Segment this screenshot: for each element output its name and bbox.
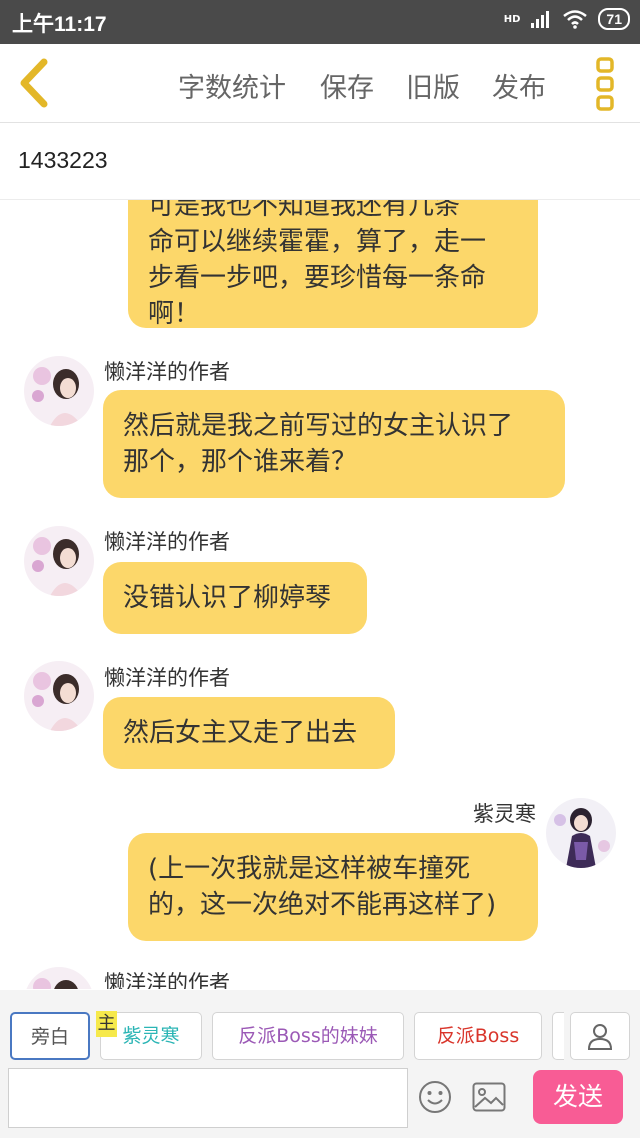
- top-toolbar: 字数统计 保存 旧版 发布: [0, 44, 640, 123]
- narration-chip[interactable]: 旁白: [10, 1012, 90, 1060]
- word-count-button[interactable]: 字数统计: [178, 66, 286, 105]
- image-icon: [472, 1082, 506, 1112]
- message-line: (上一次我就是这样被车撞死: [148, 854, 471, 884]
- more-vertical-icon: [596, 57, 614, 111]
- add-role-button[interactable]: [570, 1012, 630, 1060]
- message-line: 没错认识了柳婷琴: [123, 583, 332, 613]
- avatar[interactable]: [24, 356, 94, 426]
- message-line: 步看一步吧，要珍惜每一条命: [148, 263, 487, 293]
- character-avatar-icon: [546, 798, 616, 868]
- message-line: 的，这一次绝对不能再这样了): [148, 890, 497, 920]
- emoji-button[interactable]: [418, 1080, 452, 1118]
- role-chip-boss[interactable]: 反派Boss: [414, 1012, 542, 1060]
- sender-name: 紫灵寒: [473, 802, 536, 826]
- message-input[interactable]: [8, 1068, 408, 1128]
- chevron-left-icon: [20, 58, 48, 108]
- send-button[interactable]: 发送: [533, 1070, 623, 1124]
- message-line: 命可以继续霍霍，算了，走一: [148, 227, 487, 257]
- avatar[interactable]: [24, 967, 94, 989]
- save-button[interactable]: 保存: [320, 66, 374, 105]
- sender-name: 懒洋洋的作者: [104, 666, 230, 690]
- story-title-row[interactable]: 1433223: [0, 123, 640, 200]
- composer-panel: 旁白 紫灵寒 主 反派Boss的妹妹 反派Boss 发送: [0, 990, 640, 1138]
- sender-name: 懒洋洋的作者: [104, 971, 230, 989]
- back-button[interactable]: [14, 58, 58, 108]
- message-line: 然后女主又走了出去: [123, 718, 358, 748]
- sender-name: 懒洋洋的作者: [104, 530, 230, 554]
- wifi-icon: [563, 10, 588, 29]
- user-icon: [587, 1024, 613, 1050]
- message-line: 啊！: [148, 299, 201, 329]
- chat-area[interactable]: 可是我也不知道我还有几条 命可以继续霍霍，算了，走一 步看一步吧，要珍惜每一条命…: [0, 200, 640, 989]
- role-chip-overflow[interactable]: [552, 1012, 564, 1060]
- author-avatar-icon: [24, 967, 94, 989]
- signal-icon: [531, 11, 550, 28]
- message-bubble[interactable]: 可是我也不知道我还有几条 命可以继续霍霍，算了，走一 步看一步吧，要珍惜每一条命…: [128, 200, 538, 329]
- story-title: 1433223: [18, 147, 108, 173]
- message-line: 可是我也不知道我还有几条: [148, 200, 461, 221]
- avatar[interactable]: [546, 798, 616, 868]
- message-bubble[interactable]: (上一次我就是这样被车撞死 的，这一次绝对不能再这样了): [128, 833, 538, 941]
- role-chip-boss-sister[interactable]: 反派Boss的妹妹: [212, 1012, 404, 1060]
- emoji-icon: [419, 1081, 451, 1113]
- avatar[interactable]: [24, 526, 94, 596]
- status-bar: 上午11:17 HD 71: [0, 0, 640, 44]
- more-button[interactable]: [590, 56, 620, 112]
- network-type: HD: [503, 13, 521, 25]
- status-icons: HD 71: [504, 8, 630, 30]
- author-avatar-icon: [24, 526, 94, 596]
- image-button[interactable]: [472, 1082, 506, 1116]
- message-line: 那个，那个谁来着？: [123, 447, 358, 477]
- author-avatar-icon: [24, 356, 94, 426]
- sender-name: 懒洋洋的作者: [104, 360, 230, 384]
- message-line: 然后就是我之前写过的女主认识了: [123, 411, 514, 441]
- old-version-button[interactable]: 旧版: [406, 66, 460, 105]
- message-bubble[interactable]: 然后女主又走了出去: [103, 697, 395, 769]
- publish-button[interactable]: 发布: [492, 66, 546, 105]
- avatar[interactable]: [24, 661, 94, 731]
- status-time: 上午11:17: [12, 13, 107, 36]
- author-avatar-icon: [24, 661, 94, 731]
- message-bubble[interactable]: 没错认识了柳婷琴: [103, 562, 367, 634]
- message-bubble[interactable]: 然后就是我之前写过的女主认识了 那个，那个谁来着？: [103, 390, 565, 498]
- main-role-tag: 主: [96, 1011, 117, 1037]
- battery-indicator: 71: [598, 8, 630, 30]
